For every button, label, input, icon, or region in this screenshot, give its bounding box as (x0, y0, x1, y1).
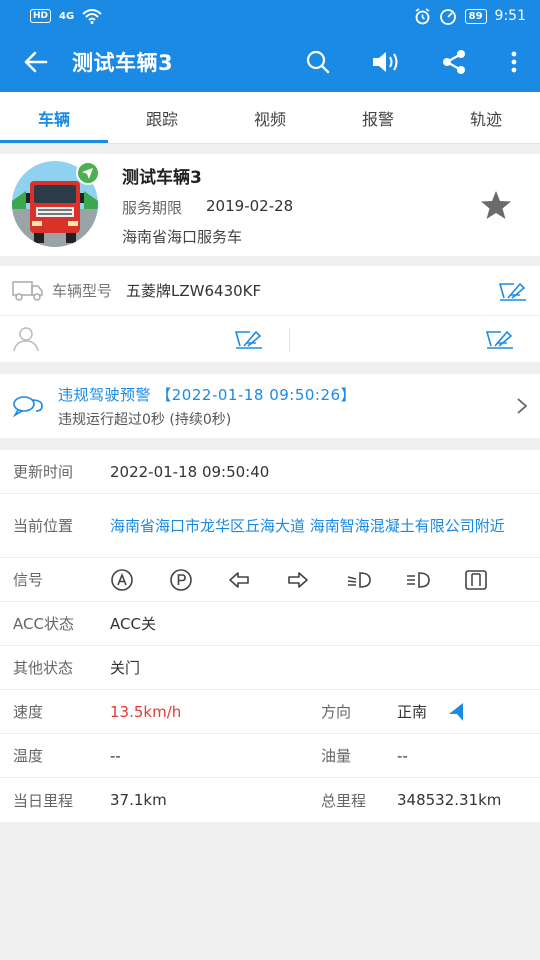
driver-row (0, 316, 540, 362)
more-menu-button[interactable] (488, 32, 540, 92)
tab-video[interactable]: 视频 (216, 92, 324, 143)
other-status-label: 其他状态 (13, 659, 74, 677)
hd-icon: HD (30, 9, 52, 23)
location-row: 当前位置 海南省海口市龙华区丘海大道 海南智海混凝土有限公司附近 (0, 494, 540, 558)
vehicle-model-label: 车辆型号 (52, 282, 113, 300)
high-beam-signal-icon (405, 568, 464, 592)
other-status-value: 关门 (110, 659, 141, 677)
divider (289, 328, 290, 352)
share-button[interactable] (420, 32, 488, 92)
low-beam-signal-icon (346, 568, 405, 592)
tab-alarm[interactable]: 报警 (324, 92, 432, 143)
app-bar: 测试车辆3 (0, 32, 540, 92)
acc-signal-icon (110, 568, 169, 592)
signal-row: 信号 (0, 558, 540, 602)
direction-arrow-icon (449, 702, 464, 721)
speaker-icon (373, 52, 398, 72)
mileage-row: 当日里程 37.1km 总里程 348532.31km (0, 778, 540, 822)
day-mileage-label: 当日里程 (13, 791, 74, 810)
voice-button[interactable] (352, 32, 420, 92)
arrow-left-icon (24, 51, 48, 73)
star-icon (481, 191, 511, 219)
tab-tracking[interactable]: 跟踪 (108, 92, 216, 143)
update-time-label: 更新时间 (13, 463, 74, 481)
alarm-clock-icon (415, 7, 430, 24)
vehicle-model-value: 五菱牌LZW6430KF (126, 282, 262, 300)
vehicle-model-card: 车辆型号 五菱牌LZW6430KF (0, 266, 540, 362)
temp-fuel-row: 温度 -- 油量 -- (0, 734, 540, 778)
vehicle-name: 测试车辆3 (122, 168, 202, 188)
edit-driver-icon[interactable] (234, 328, 264, 350)
vehicle-header: 测试车辆3 服务期限 2019-02-28 海南省海口服务车 (0, 154, 540, 256)
vehicle-avatar (12, 161, 100, 249)
vehicle-description: 海南省海口服务车 (122, 228, 243, 246)
direction-label: 方向 (321, 703, 352, 721)
back-button[interactable] (0, 32, 72, 92)
favorite-button[interactable] (480, 190, 512, 224)
acc-value: ACC关 (110, 615, 156, 633)
chevron-right-icon (517, 398, 528, 414)
status-bar: HD 4G 89 9:51 (0, 0, 540, 32)
update-time-row: 更新时间 2022-01-18 09:50:40 (0, 450, 540, 494)
alarm-title: 违规驾驶预警 【2022-01-18 09:50:26】 (58, 385, 357, 404)
speed-label: 速度 (13, 703, 44, 721)
acc-label: ACC状态 (13, 615, 74, 633)
more-vertical-icon (511, 51, 517, 73)
right-turn-signal-icon (287, 568, 346, 592)
alarm-detail: 违规运行超过0秒 (持续0秒) (58, 411, 232, 428)
fuel-label: 油量 (321, 747, 352, 765)
service-period: 服务期限 2019-02-28 (122, 197, 528, 218)
clock-time: 9:51 (494, 8, 526, 24)
total-mileage-value: 348532.31km (397, 791, 502, 809)
truck-icon (12, 280, 43, 301)
total-mileage-label: 总里程 (321, 791, 367, 810)
share-icon (443, 50, 465, 74)
vehicle-model-row: 车辆型号 五菱牌LZW6430KF (0, 266, 540, 316)
speedometer-icon (439, 8, 456, 25)
acc-row: ACC状态 ACC关 (0, 602, 540, 646)
online-status-icon (76, 161, 100, 185)
speed-value: 13.5km/h (110, 702, 182, 721)
update-time-value: 2022-01-18 09:50:40 (110, 462, 270, 481)
temperature-label: 温度 (13, 747, 44, 765)
edit-phone-icon[interactable] (485, 328, 515, 350)
chat-bubbles-icon (12, 396, 43, 418)
page-title: 测试车辆3 (72, 51, 174, 75)
edit-model-icon[interactable] (498, 280, 528, 302)
search-button[interactable] (284, 32, 352, 92)
left-turn-signal-icon (228, 568, 287, 592)
fuel-value: -- (397, 746, 408, 765)
service-label: 服务期限 (122, 199, 183, 217)
network-type: 4G (59, 10, 75, 22)
battery-icon: 89 (464, 8, 487, 24)
person-icon (13, 327, 39, 352)
other-status-row: 其他状态 关门 (0, 646, 540, 690)
direction-value: 正南 (397, 703, 428, 721)
alarm-card[interactable]: 违规驾驶预警 【2022-01-18 09:50:26】 违规运行超过0秒 (持… (0, 374, 540, 438)
speed-direction-row: 速度 13.5km/h 方向 正南 (0, 690, 540, 734)
signal-label: 信号 (13, 571, 44, 589)
tab-vehicle[interactable]: 车辆 (0, 92, 108, 143)
door-signal-icon (464, 568, 523, 592)
wifi-icon (82, 8, 102, 24)
tab-bar: 车辆 跟踪 视频 报警 轨迹 (0, 92, 540, 144)
location-link[interactable]: 海南省海口市龙华区丘海大道 海南智海混凝土有限公司附近 (110, 516, 520, 536)
location-label: 当前位置 (13, 517, 74, 535)
tab-trajectory[interactable]: 轨迹 (432, 92, 540, 143)
service-date: 2019-02-28 (206, 197, 294, 215)
day-mileage-value: 37.1km (110, 791, 167, 809)
vehicle-details: 更新时间 2022-01-18 09:50:40 当前位置 海南省海口市龙华区丘… (0, 450, 540, 822)
temperature-value: -- (110, 746, 121, 765)
search-icon (306, 50, 330, 74)
parking-signal-icon (169, 568, 228, 592)
